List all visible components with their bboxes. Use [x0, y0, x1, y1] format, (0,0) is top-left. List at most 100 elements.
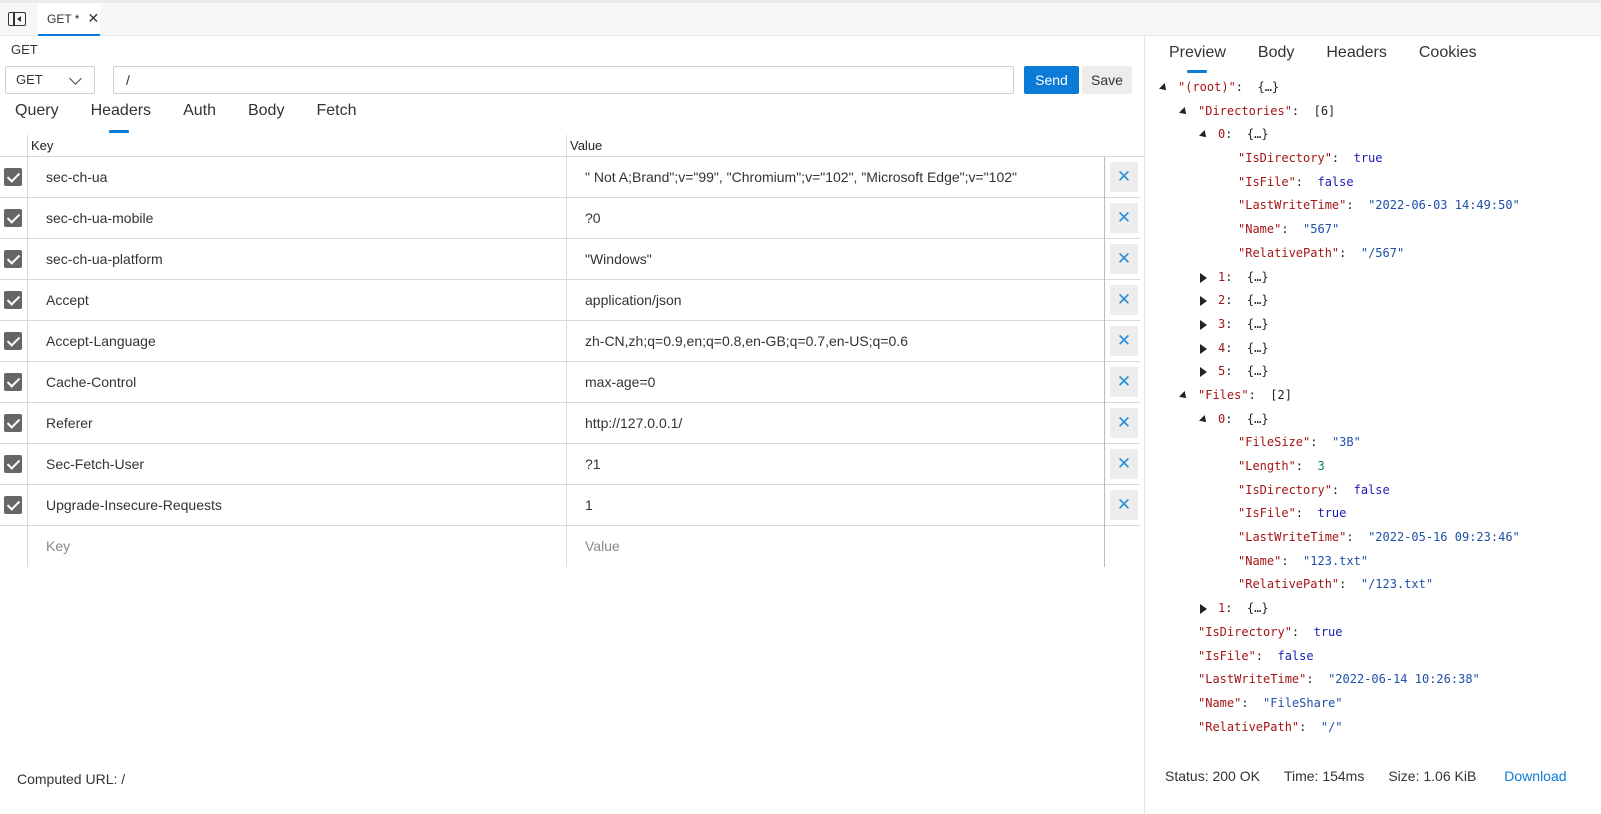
json-colon: :	[1306, 672, 1329, 687]
delete-icon[interactable]: ✕	[1110, 367, 1138, 397]
collapse-arrow-icon[interactable]	[1199, 130, 1209, 141]
checkbox-checked-icon[interactable]	[4, 250, 22, 268]
headers-table: Key Value sec-ch-ua " Not A;Brand";v="99"…	[0, 135, 1144, 567]
json-key: "LastWriteTime"	[1238, 530, 1347, 545]
header-value[interactable]: ?1	[585, 456, 601, 472]
header-value[interactable]: "Windows"	[585, 251, 652, 267]
checkbox-checked-icon[interactable]	[4, 414, 22, 432]
delete-icon[interactable]: ✕	[1110, 244, 1138, 274]
json-tree-node[interactable]: "(root)": {…}	[1145, 76, 1601, 100]
column-divider	[27, 157, 28, 198]
new-key-input[interactable]: Key	[46, 538, 70, 554]
expand-arrow-icon[interactable]	[1200, 343, 1207, 354]
delete-icon[interactable]: ✕	[1110, 490, 1138, 520]
json-key: "Name"	[1238, 553, 1282, 568]
collapse-arrow-icon[interactable]	[1179, 106, 1189, 117]
checkbox-checked-icon[interactable]	[4, 291, 22, 309]
json-tree-node[interactable]: 1: {…}	[1145, 266, 1601, 290]
json-tree-node[interactable]: "Files": [2]	[1145, 384, 1601, 408]
json-value: {…}	[1246, 364, 1269, 379]
new-value-input[interactable]: Value	[585, 538, 620, 554]
json-key: "(root)"	[1178, 80, 1236, 94]
close-icon[interactable]: ✕	[87, 10, 99, 27]
checkbox-checked-icon[interactable]	[4, 496, 22, 514]
header-value[interactable]: 1	[585, 497, 593, 513]
header-value[interactable]: zh-CN,zh;q=0.9,en;q=0.8,en-GB;q=0.7,en-U…	[585, 333, 908, 349]
json-colon: :	[1225, 316, 1247, 331]
header-value[interactable]: http://127.0.0.1/	[585, 415, 682, 431]
json-key: "IsFile"	[1198, 648, 1256, 663]
expand-arrow-icon[interactable]	[1200, 296, 1207, 307]
delete-icon[interactable]: ✕	[1110, 408, 1138, 438]
response-tab-body[interactable]: Body	[1258, 44, 1294, 62]
header-value[interactable]: application/json	[585, 292, 682, 308]
json-colon: :	[1225, 601, 1247, 616]
checkbox-checked-icon[interactable]	[4, 373, 22, 391]
tab-query[interactable]: Query	[15, 102, 59, 128]
column-divider	[1104, 198, 1105, 239]
response-tab-headers[interactable]: Headers	[1326, 44, 1386, 62]
json-tree-node[interactable]: 0: {…}	[1145, 408, 1601, 432]
checkbox-checked-icon[interactable]	[4, 168, 22, 186]
collapse-arrow-icon[interactable]	[1199, 414, 1209, 425]
header-key[interactable]: Accept-Language	[46, 333, 156, 349]
tab-auth[interactable]: Auth	[183, 102, 216, 128]
response-tab-cookies[interactable]: Cookies	[1419, 44, 1477, 62]
tab-body[interactable]: Body	[248, 102, 284, 128]
header-value[interactable]: ?0	[585, 210, 601, 226]
header-key[interactable]: Referer	[46, 415, 93, 431]
json-colon: :	[1339, 577, 1361, 592]
json-colon: :	[1281, 222, 1304, 237]
header-key[interactable]: Cache-Control	[46, 374, 136, 390]
checkbox-checked-icon[interactable]	[4, 332, 22, 350]
header-key[interactable]: Sec-Fetch-User	[46, 456, 144, 472]
json-value: false	[1317, 174, 1354, 189]
json-tree-node[interactable]: "Directories": [6]	[1145, 100, 1601, 124]
send-button[interactable]: Send	[1024, 66, 1079, 94]
column-divider	[1104, 239, 1105, 280]
collapse-arrow-icon[interactable]	[1159, 83, 1169, 93]
tab-headers[interactable]: Headers	[91, 102, 151, 133]
header-key[interactable]: sec-ch-ua	[46, 169, 107, 185]
delete-icon[interactable]: ✕	[1110, 326, 1138, 356]
json-colon: :	[1291, 624, 1314, 639]
download-link[interactable]: Download	[1504, 768, 1566, 784]
delete-icon[interactable]: ✕	[1110, 285, 1138, 315]
table-row: Accept-Language zh-CN,zh;q=0.9,en;q=0.8,e…	[0, 321, 1140, 362]
header-value[interactable]: " Not A;Brand";v="99", "Chromium";v="102…	[585, 169, 1017, 185]
computed-url: Computed URL: /	[17, 771, 126, 787]
json-tree-node[interactable]: 3: {…}	[1145, 313, 1601, 337]
header-key[interactable]: sec-ch-ua-mobile	[46, 210, 153, 226]
sidebar-toggle-icon[interactable]	[8, 12, 26, 26]
delete-icon[interactable]: ✕	[1110, 203, 1138, 233]
response-tab-preview[interactable]: Preview	[1169, 44, 1226, 73]
json-value: {…}	[1257, 80, 1280, 94]
save-button[interactable]: Save	[1082, 66, 1132, 94]
expand-arrow-icon[interactable]	[1200, 272, 1207, 283]
json-tree-node[interactable]: 2: {…}	[1145, 289, 1601, 313]
json-tree-node: "IsFile": false	[1145, 645, 1601, 669]
json-tree-node[interactable]: 5: {…}	[1145, 360, 1601, 384]
value-column-header: Value	[570, 138, 603, 153]
json-tree-node[interactable]: 4: {…}	[1145, 337, 1601, 361]
column-divider	[566, 198, 567, 239]
checkbox-checked-icon[interactable]	[4, 455, 22, 473]
expand-arrow-icon[interactable]	[1200, 319, 1207, 330]
header-key[interactable]: Upgrade-Insecure-Requests	[46, 497, 222, 513]
collapse-arrow-icon[interactable]	[1179, 390, 1189, 401]
header-key[interactable]: sec-ch-ua-platform	[46, 251, 163, 267]
json-colon: :	[1241, 695, 1264, 710]
checkbox-checked-icon[interactable]	[4, 209, 22, 227]
method-select[interactable]: GET	[5, 66, 95, 94]
delete-icon[interactable]: ✕	[1110, 162, 1138, 192]
header-key[interactable]: Accept	[46, 292, 89, 308]
expand-arrow-icon[interactable]	[1200, 367, 1207, 378]
url-input[interactable]: /	[113, 66, 1014, 94]
header-value[interactable]: max-age=0	[585, 374, 655, 390]
json-tree-node[interactable]: 1: {…}	[1145, 597, 1601, 621]
request-tab[interactable]: GET * ✕	[38, 3, 100, 36]
json-tree-node[interactable]: 0: {…}	[1145, 123, 1601, 147]
expand-arrow-icon[interactable]	[1200, 604, 1207, 615]
delete-icon[interactable]: ✕	[1110, 449, 1138, 479]
tab-fetch[interactable]: Fetch	[316, 102, 356, 128]
